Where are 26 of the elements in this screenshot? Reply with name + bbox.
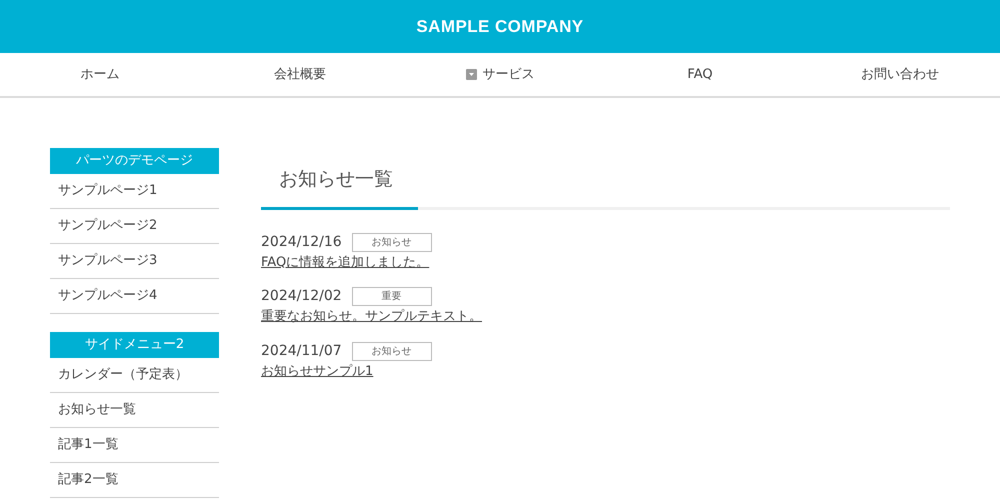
sidebar-link[interactable]: カレンダー（予定表） [50, 358, 219, 393]
sidebar-link[interactable]: サンプルページ4 [50, 279, 219, 314]
sidebar-link[interactable]: 記事2一覧 [50, 463, 219, 498]
sidebar-link[interactable]: サンプルページ1 [50, 174, 219, 209]
nav-link[interactable]: ホーム [80, 64, 120, 84]
news-link[interactable]: FAQに情報を追加しました。 [261, 252, 430, 272]
category-tag: 重要 [352, 287, 432, 306]
dropdown-icon [466, 69, 476, 80]
page-title: お知らせ一覧 [278, 167, 394, 192]
news-date: 2024/12/16 [261, 232, 342, 252]
nav-link[interactable]: 会社概要 [274, 64, 326, 84]
sidebar-link[interactable]: サンプルページ2 [50, 209, 219, 244]
sidebar-heading: パーツのデモページ [50, 148, 219, 174]
news-date: 2024/11/07 [261, 342, 342, 360]
nav-link[interactable]: サービス [466, 64, 534, 84]
news-link[interactable]: お知らせサンプル1 [261, 362, 374, 381]
nav-link[interactable]: FAQ [687, 64, 713, 84]
news-link[interactable]: 重要なお知らせ。サンプルテキスト。 [261, 307, 482, 326]
sidebar-link[interactable]: 記事1一覧 [50, 428, 219, 463]
nav-link[interactable]: お問い合わせ [861, 64, 939, 84]
news-date: 2024/12/02 [261, 287, 342, 306]
category-tag: お知らせ [352, 232, 432, 252]
category-tag: お知らせ [352, 342, 432, 360]
sidebar-link[interactable]: サンプルページ3 [50, 244, 219, 279]
sidebar-heading: サイドメニュー2 [50, 332, 219, 358]
sidebar-link[interactable]: お知らせ一覧 [50, 393, 219, 428]
